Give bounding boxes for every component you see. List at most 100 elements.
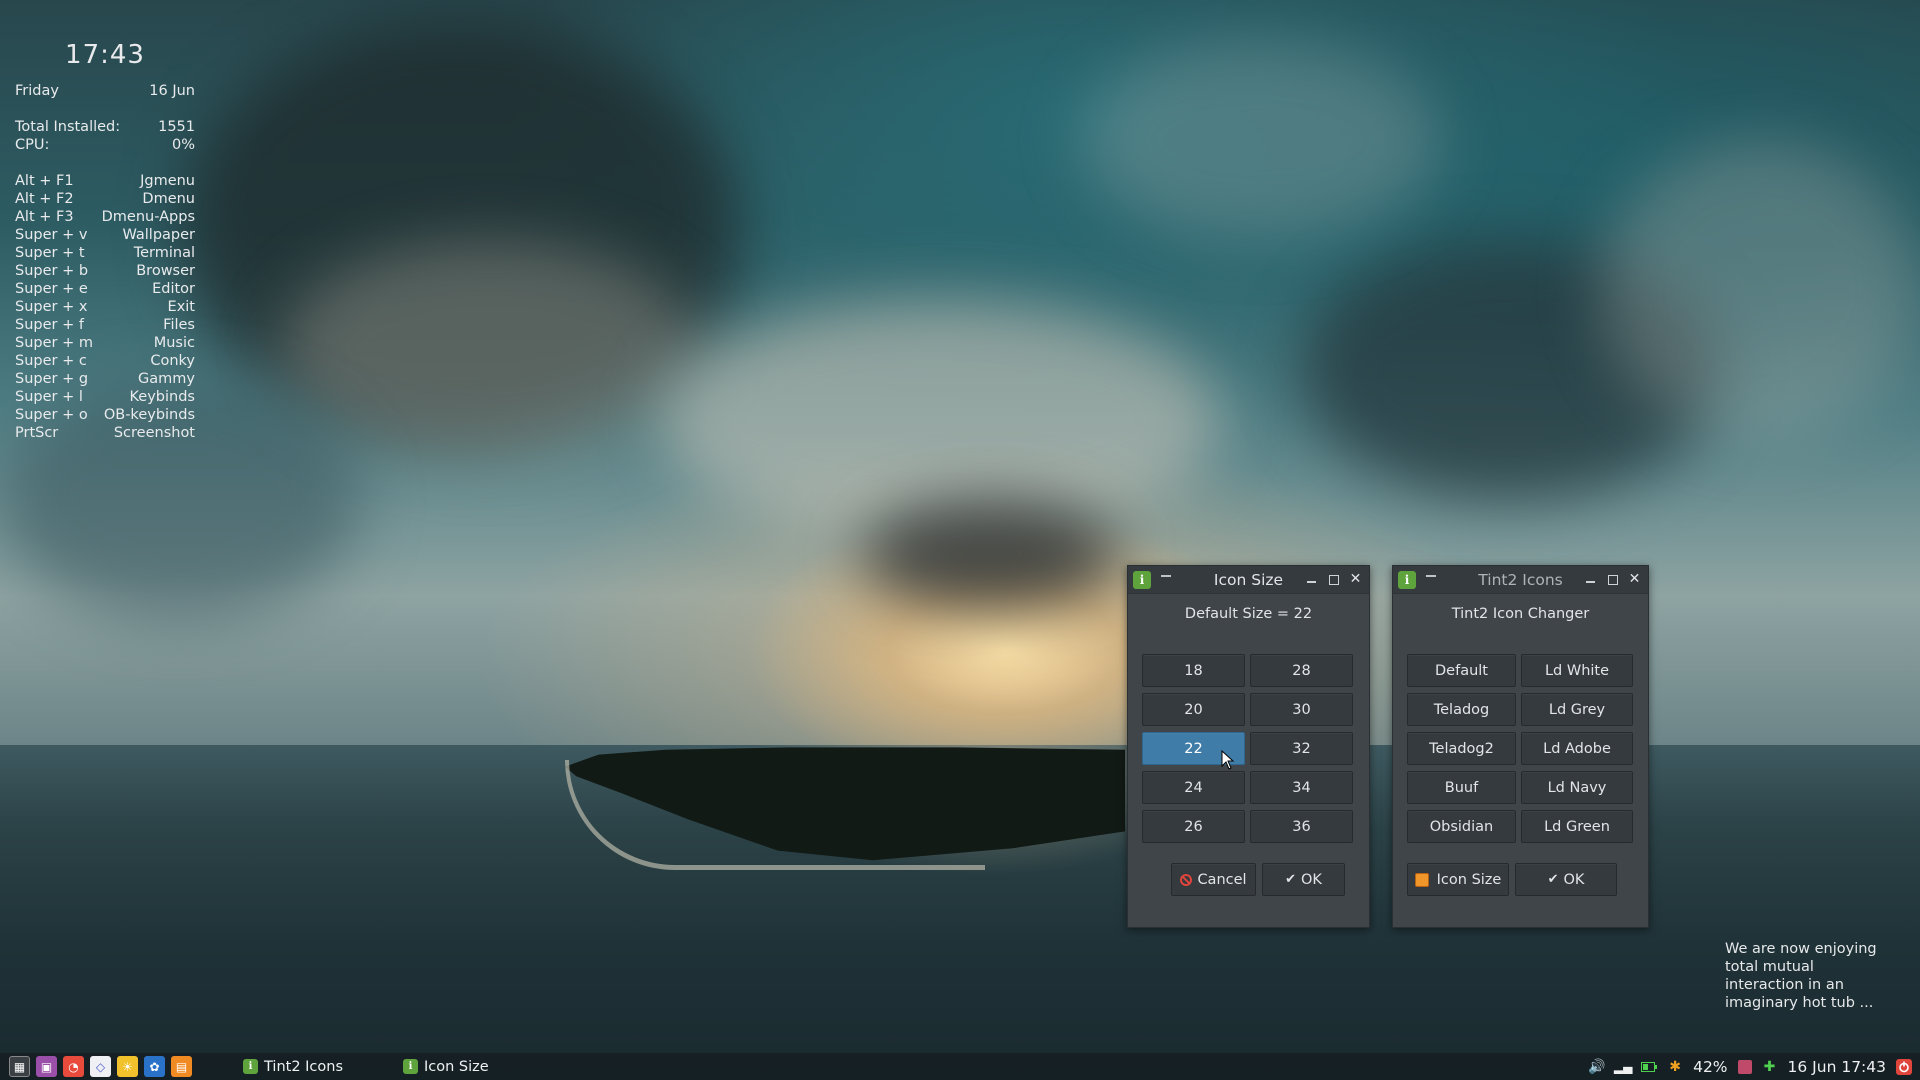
system-tray: 🔊 ▂▄ ✱ 42% ✚ 16 Jun 17:43 (1588, 1053, 1912, 1080)
theme-button-ld-adobe[interactable]: Ld Adobe (1521, 732, 1633, 765)
icon-size-icon (1414, 872, 1429, 887)
editor-icon[interactable]: ◇ (90, 1056, 111, 1077)
browser-icon[interactable]: ◔ (63, 1056, 84, 1077)
conky-panel: 17:43 Friday 16 Jun Total Installed: 155… (15, 40, 195, 442)
size-button-32[interactable]: 32 (1250, 732, 1353, 765)
theme-button-obsidian[interactable]: Obsidian (1407, 810, 1516, 843)
theme-button-ld-navy[interactable]: Ld Navy (1521, 771, 1633, 804)
size-button-grid: 18 28 20 30 22 32 24 34 26 36 (1142, 654, 1353, 843)
taskbar: ▦ ▣ ◔ ◇ ☀ ✿ ▤ i Tint2 Icons i Icon Size … (0, 1053, 1920, 1080)
size-button-20[interactable]: 20 (1142, 693, 1245, 726)
theme-button-buuf[interactable]: Buuf (1407, 771, 1516, 804)
theme-button-teladog2[interactable]: Teladog2 (1407, 732, 1516, 765)
clipboard-icon[interactable] (1737, 1059, 1752, 1074)
close-icon[interactable]: ✕ (1627, 571, 1642, 587)
files-icon[interactable]: ✿ (144, 1056, 165, 1077)
size-button-26[interactable]: 26 (1142, 810, 1245, 843)
launcher: ▦ ▣ ◔ ◇ ☀ ✿ ▤ (9, 1056, 192, 1077)
wallpaper-cloud (860, 500, 1120, 610)
fortune-quote: We are now enjoying total mutual interac… (1725, 941, 1877, 1011)
keybind-row: Alt + F3 Dmenu-Apps (15, 208, 195, 226)
theme-button-ld-grey[interactable]: Ld Grey (1521, 693, 1633, 726)
wallpaper-cloud (1600, 140, 1920, 440)
window-titlebar[interactable]: i Tint2 Icons ✕ (1393, 566, 1648, 594)
theme-button-default[interactable]: Default (1407, 654, 1516, 687)
keybind-action: Dmenu-Apps (101, 209, 195, 225)
keybind-row: Super + b Browser (15, 262, 195, 280)
tint2-subtitle: Tint2 Icon Changer (1451, 606, 1590, 622)
maximize-icon[interactable] (1605, 571, 1620, 587)
keybind-action: Screenshot (113, 425, 195, 441)
icon-size-window: i Icon Size ✕ Default Size = 22 18 28 20 30… (1127, 565, 1370, 928)
conky-day: Friday (15, 83, 59, 99)
cancel-label: Cancel (1197, 871, 1247, 888)
network-icon[interactable]: ▂▄ (1614, 1059, 1632, 1075)
shade-icon[interactable] (1161, 574, 1171, 577)
keybind-action: Terminal (133, 245, 195, 261)
ok-label: OK (1300, 871, 1322, 888)
maximize-icon[interactable] (1326, 571, 1341, 587)
keybind-row: Super + v Wallpaper (15, 226, 195, 244)
keybind-keys: Super + f (15, 317, 84, 333)
info-icon[interactable]: i (1133, 570, 1151, 589)
keybind-keys: Super + o (15, 407, 88, 423)
size-button-30[interactable]: 30 (1250, 693, 1353, 726)
keybind-row: Super + x Exit (15, 298, 195, 316)
keybind-keys: Super + c (15, 353, 87, 369)
brightness-icon[interactable]: ✱ (1667, 1059, 1683, 1075)
taskbar-clock[interactable]: 16 Jun 17:43 (1788, 1058, 1886, 1076)
keybind-action: Editor (152, 281, 195, 297)
cancel-button[interactable]: Cancel (1171, 863, 1256, 896)
icon-size-button[interactable]: Icon Size (1407, 863, 1509, 896)
theme-button-ld-green[interactable]: Ld Green (1521, 810, 1633, 843)
keybind-action: Exit (167, 299, 195, 315)
ok-button[interactable]: ✔ OK (1515, 863, 1617, 896)
keybind-keys: PrtScr (15, 425, 59, 441)
keybind-row: Super + f Files (15, 316, 195, 334)
menu-grid-icon[interactable]: ▦ (9, 1056, 30, 1077)
keybind-keys: Super + b (15, 263, 89, 279)
info-icon: i (243, 1059, 258, 1074)
ok-button[interactable]: ✔ OK (1262, 863, 1345, 896)
close-icon[interactable]: ✕ (1348, 571, 1363, 587)
size-button-24[interactable]: 24 (1142, 771, 1245, 804)
conky-stat-row: CPU: 0% (15, 136, 195, 154)
volume-icon[interactable]: 🔊 (1588, 1059, 1605, 1075)
conky-date: 16 Jun (149, 83, 195, 99)
keybind-keys: Super + e (15, 281, 88, 297)
minimize-icon[interactable] (1583, 571, 1598, 587)
battery-icon[interactable] (1641, 1059, 1658, 1075)
battery-percent: 42% (1693, 1057, 1728, 1076)
shade-icon[interactable] (1426, 574, 1436, 577)
update-icon[interactable]: ✚ (1762, 1059, 1778, 1075)
keybind-row: Super + m Music (15, 334, 195, 352)
size-button-28[interactable]: 28 (1250, 654, 1353, 687)
info-icon[interactable]: i (1398, 570, 1416, 589)
keybind-action: Music (153, 335, 195, 351)
size-button-36[interactable]: 36 (1250, 810, 1353, 843)
keybind-row: Super + l Keybinds (15, 388, 195, 406)
power-icon[interactable] (1896, 1058, 1912, 1075)
task-tint2-icons[interactable]: i Tint2 Icons (243, 1053, 343, 1080)
keybind-action: Gammy (138, 371, 195, 387)
ok-label: OK (1563, 871, 1585, 888)
task-icon-size[interactable]: i Icon Size (403, 1053, 489, 1080)
default-size-label: Default Size = 22 (1184, 606, 1313, 622)
size-button-18[interactable]: 18 (1142, 654, 1245, 687)
keybind-keys: Super + g (15, 371, 89, 387)
theme-button-teladog[interactable]: Teladog (1407, 693, 1516, 726)
keybind-action: Wallpaper (122, 227, 195, 243)
conky-stat-row: Total Installed: 1551 (15, 118, 195, 136)
keybind-action: Files (163, 317, 195, 333)
wallpaper-cloud (1080, 40, 1440, 240)
apps-icon[interactable]: ▣ (36, 1056, 57, 1077)
keybind-action: Dmenu (142, 191, 195, 207)
weather-icon[interactable]: ☀ (117, 1056, 138, 1077)
theme-button-ld-white[interactable]: Ld White (1521, 654, 1633, 687)
minimize-icon[interactable] (1304, 571, 1319, 587)
wallpaper-cloud (280, 240, 700, 460)
window-titlebar[interactable]: i Icon Size ✕ (1128, 566, 1369, 594)
size-button-34[interactable]: 34 (1250, 771, 1353, 804)
settings-icon[interactable]: ▤ (171, 1056, 192, 1077)
keybind-keys: Super + v (15, 227, 88, 243)
